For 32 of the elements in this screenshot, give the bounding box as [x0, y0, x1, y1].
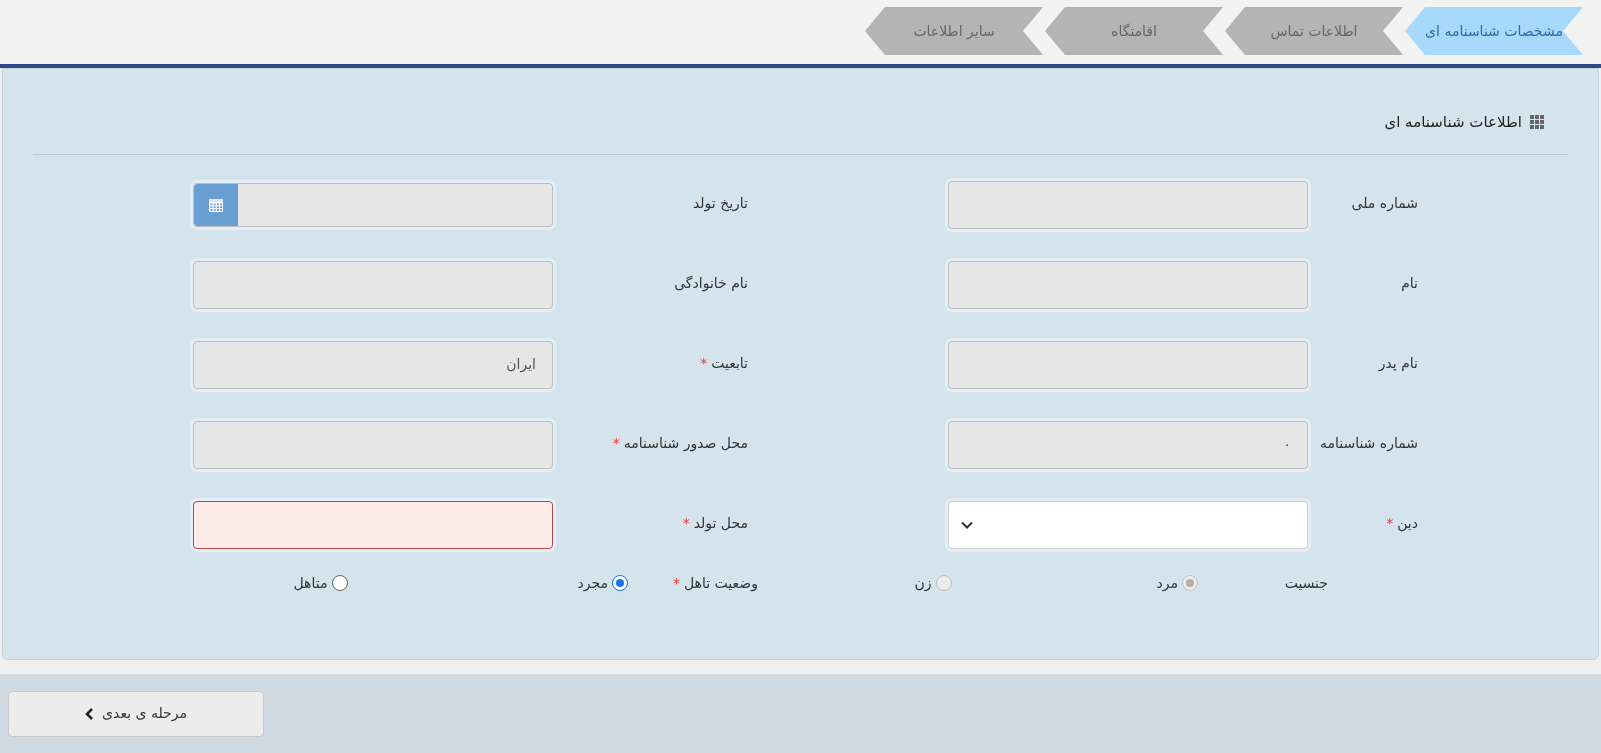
required-mark: * — [612, 433, 620, 453]
field-label: محل تولد — [693, 513, 748, 534]
radio-group-label: وضعیت تاهل — [684, 573, 758, 594]
section-title: اطلاعات شناسنامه ای — [1384, 112, 1522, 133]
field-label: تابعیت — [711, 353, 748, 373]
grid-icon — [1530, 115, 1544, 130]
chevron-left-icon — [85, 707, 95, 720]
radio-option[interactable]: متاهل — [293, 572, 348, 594]
field-label: دین — [1397, 513, 1418, 534]
radio-group-label: جنسیت — [1284, 573, 1328, 593]
select-field[interactable] — [948, 500, 1308, 549]
field-label: شماره ملی — [1351, 193, 1418, 214]
required-mark: * — [700, 353, 708, 373]
radio-option[interactable]: مجرد — [577, 572, 628, 594]
radio-button[interactable] — [331, 575, 348, 591]
field-value: ایران — [506, 355, 536, 375]
field-label: نام — [1401, 273, 1418, 293]
text-field[interactable] — [193, 500, 553, 549]
field-value: ۰ — [1283, 435, 1291, 454]
field-label: محل صدور شناسنامه — [623, 433, 748, 454]
required-mark: * — [673, 573, 680, 593]
next-step-button[interactable]: مرحله ی بعدی — [8, 690, 264, 737]
field-label: شماره شناسنامه — [1319, 433, 1418, 454]
field-label: نام پدر — [1378, 353, 1418, 374]
field-label: تاریخ تولد — [692, 193, 748, 214]
required-mark: * — [682, 513, 690, 533]
calendar-icon — [208, 196, 224, 213]
field-label: نام خانوادگی — [674, 273, 748, 294]
required-mark: * — [1386, 513, 1394, 533]
step-tab[interactable]: مشخصات شناسنامه ای — [1405, 7, 1583, 55]
chevron-down-icon — [961, 520, 973, 529]
radio-button[interactable] — [612, 575, 628, 591]
